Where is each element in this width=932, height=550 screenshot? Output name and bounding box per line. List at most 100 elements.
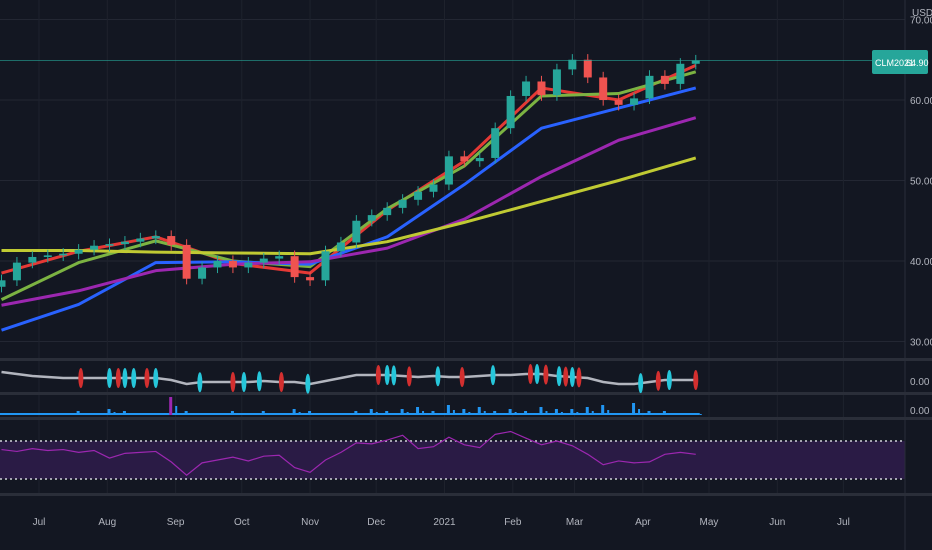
volume-bar — [92, 413, 96, 415]
price-tick-label: 70.00 — [910, 16, 932, 27]
volume-bar — [493, 411, 497, 415]
bear-marker — [278, 372, 284, 392]
volume-bar — [607, 410, 610, 415]
bull-marker — [305, 373, 311, 394]
time-tick-label: Nov — [301, 517, 319, 528]
candle — [59, 253, 68, 256]
volume-bar — [560, 412, 563, 415]
moving-average-line — [0, 70, 697, 301]
volume-bar — [298, 412, 301, 415]
rsi-band — [0, 441, 905, 479]
volume-bar — [653, 413, 656, 415]
volume-bar — [678, 413, 682, 415]
volume-bar — [638, 409, 641, 415]
volume-bar — [554, 409, 558, 415]
volume-bar — [261, 411, 265, 415]
volume-bar — [113, 412, 116, 415]
indicator-panes: 0.00 0.00 — [0, 358, 932, 496]
volume-bar — [431, 411, 435, 415]
pane-separator — [0, 358, 932, 361]
candle — [414, 191, 423, 200]
candle — [0, 280, 6, 287]
volume-bar — [684, 414, 687, 415]
volume-bar — [601, 405, 605, 415]
volume-bar — [344, 414, 347, 415]
volume-bar — [190, 413, 193, 415]
candle — [506, 95, 515, 129]
bull-marker — [569, 367, 575, 387]
bear-marker — [563, 366, 569, 387]
moving-average-line — [1, 64, 697, 275]
chart[interactable]: 0.000.00 USD 70.0060.0050.0040.0030.00 J… — [0, 0, 932, 550]
time-tick-label: Oct — [234, 517, 250, 528]
volume-bar — [662, 411, 666, 415]
time-tick-label: Apr — [635, 517, 651, 528]
bull-marker — [256, 371, 262, 392]
bear-marker — [230, 372, 236, 392]
price-tick-label: 30.00 — [910, 338, 932, 349]
volume-bar — [267, 413, 270, 415]
candle — [275, 256, 284, 259]
candle — [105, 244, 114, 246]
candle — [537, 81, 546, 96]
time-tick-label: Dec — [367, 517, 385, 528]
bull-marker — [122, 368, 128, 388]
bear-marker — [576, 367, 582, 388]
time-tick-label: Sep — [167, 517, 185, 528]
candle — [491, 128, 500, 158]
volume-bar — [138, 413, 142, 415]
volume-bar — [323, 413, 327, 415]
time-tick-label: May — [700, 517, 719, 528]
volume-bar — [468, 412, 471, 415]
oscillator-axis-label: 0.00 — [910, 377, 930, 388]
volume-bar — [446, 405, 450, 415]
pane-separator — [0, 392, 932, 395]
bear-marker — [78, 368, 84, 388]
price-axis[interactable]: USD 70.0060.0050.0040.0030.00 — [904, 0, 932, 550]
bull-marker — [106, 368, 112, 388]
candle — [213, 261, 222, 268]
candle — [552, 69, 561, 96]
last-price-value: 64.90 — [906, 58, 929, 68]
volume-bar — [360, 413, 363, 415]
candle — [306, 277, 315, 281]
bull-marker — [638, 373, 644, 394]
bull-marker — [490, 365, 496, 386]
volume-bar — [236, 413, 239, 415]
volume-bar — [169, 397, 173, 415]
candle — [444, 156, 453, 185]
time-tick-label: Jul — [837, 517, 850, 528]
candle — [336, 242, 345, 252]
bear-marker — [115, 368, 121, 388]
candle — [383, 207, 392, 216]
volume-bar — [369, 409, 373, 415]
bear-marker — [406, 366, 412, 387]
candle — [74, 249, 83, 254]
candle — [599, 77, 608, 100]
bear-marker — [655, 370, 661, 391]
volume-bar — [483, 411, 486, 415]
bull-marker — [435, 366, 441, 387]
oscillator-line — [1, 370, 696, 386]
volume-bar — [221, 414, 224, 415]
volume-bar — [545, 411, 548, 415]
volume-bar — [585, 407, 589, 415]
volume-bar — [591, 411, 594, 415]
volume-bar — [416, 407, 420, 415]
moving-average-line — [1, 116, 697, 307]
volume-bar — [576, 412, 579, 415]
candle — [676, 63, 685, 84]
candle — [352, 220, 361, 243]
volume-bar — [437, 413, 440, 415]
bull-marker — [384, 365, 390, 385]
volume-bar — [292, 409, 296, 415]
volume-bar — [462, 409, 466, 415]
volume-bar — [632, 403, 636, 415]
candle — [367, 215, 376, 221]
time-axis[interactable]: Jul Aug Sep Oct Nov Dec 2021 Feb Mar Apr May Jun Jul — [33, 517, 850, 528]
volume-bar — [45, 413, 49, 415]
volume-bar — [14, 413, 18, 415]
volume-bar — [277, 413, 281, 415]
candle — [290, 256, 299, 278]
volume-bar — [246, 413, 250, 415]
